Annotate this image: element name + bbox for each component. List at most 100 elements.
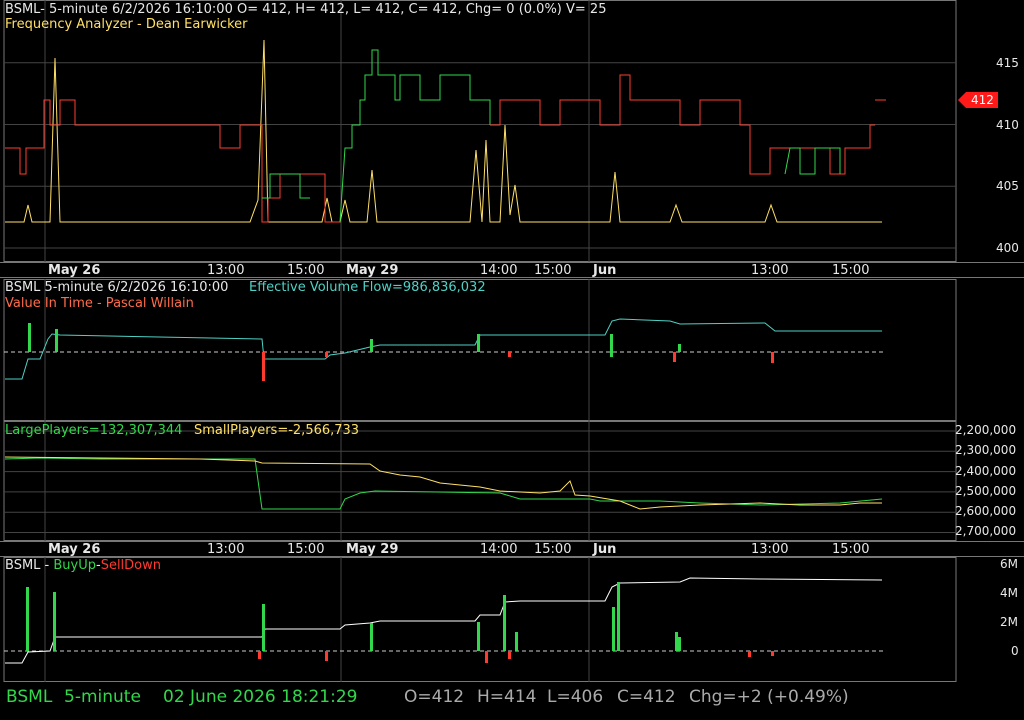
- x2-label-1500a: 15:00: [287, 542, 325, 557]
- effective-volume-flow-line: [5, 318, 882, 380]
- x2-label-1400: 14:00: [480, 542, 518, 557]
- buyup-symbol: BSML -: [5, 558, 54, 573]
- selldown-bar: [485, 651, 488, 663]
- buyup-bar: [477, 622, 480, 651]
- indicator-title-frequency-analyzer: Frequency Analyzer - Dean Earwicker: [5, 17, 248, 32]
- price-line-green-3: [784, 147, 841, 175]
- buyup-selldown-series: [4, 557, 884, 682]
- status-bar: BSML 5-minute 02 June 2026 18:21:29 O=41…: [0, 682, 1024, 710]
- price-y-tick-400: 400: [996, 241, 1019, 255]
- selldown-bar: [258, 651, 261, 659]
- volume-bar-negative: [325, 352, 328, 357]
- x2-label-1500b: 15:00: [534, 542, 572, 557]
- players-y-tick-4: 2,500,000: [955, 484, 1017, 498]
- x-label-may26: May 26: [48, 263, 101, 278]
- volume-bar-negative: [673, 352, 676, 362]
- x-label-1400: 14:00: [480, 263, 518, 278]
- selldown-bar: [325, 651, 328, 661]
- volume-flow-panel[interactable]: BSML 5-minute 6/2/2026 16:10:00 Effectiv…: [0, 279, 1024, 421]
- players-y-tick-1: 2,200,000: [955, 423, 1017, 437]
- buyup-bar: [617, 582, 620, 651]
- players-y-tick-5: 2,600,000: [955, 504, 1017, 518]
- indicator-title-value-in-time: Value In Time - Pascal Willain: [5, 296, 194, 311]
- x2-label-1500c: 15:00: [832, 542, 870, 557]
- price-line-red-1: [5, 99, 340, 223]
- players-y-tick-3: 2,400,000: [955, 464, 1017, 478]
- x2-label-may29: May 29: [346, 542, 399, 557]
- buyup-bar: [678, 637, 681, 651]
- buyup-bar: [675, 632, 678, 651]
- buyup-selldown-title: BSML - BuyUp-SellDown: [5, 559, 161, 573]
- last-price-value: 412: [971, 93, 994, 107]
- selldown-bar: [748, 651, 751, 657]
- volume-bar-negative: [771, 352, 774, 363]
- buyup-selldown-svg: [3, 557, 957, 682]
- buyup-y-tick-0: 0: [1011, 644, 1019, 658]
- price-line-green-1: [339, 49, 491, 223]
- selldown-bar: [508, 651, 511, 659]
- price-header: BSML- 5-minute 6/2/2026 16:10:00 O= 412,…: [5, 2, 607, 17]
- small-players-line: [4, 456, 882, 510]
- x2-label-1300b: 13:00: [751, 542, 789, 557]
- time-axis-bottom: May 26 13:00 15:00 May 29 14:00 15:00 Ju…: [0, 541, 1024, 557]
- price-y-tick-410: 410: [996, 118, 1019, 132]
- x-label-1500b: 15:00: [534, 263, 572, 278]
- buyup-bar: [53, 592, 56, 651]
- status-interval: 5-minute: [64, 687, 141, 707]
- volume-bar: [610, 352, 613, 357]
- buyup-y-tick-4m: 4M: [1000, 586, 1018, 600]
- buyup-selldown-line: [5, 577, 883, 664]
- buyup-y-tick-6m: 6M: [1000, 557, 1018, 571]
- status-symbol: BSML: [6, 687, 53, 707]
- x2-label-1300a: 13:00: [207, 542, 245, 557]
- volume-bar-negative: [508, 352, 511, 357]
- players-y-tick-6: 2,700,000: [955, 524, 1017, 538]
- volume-flow-symbol: BSML 5-minute 6/2/2026 16:10:00: [5, 280, 229, 295]
- price-gridlines: [4, 0, 956, 262]
- x-label-may29: May 29: [346, 263, 399, 278]
- last-price-tag: 412: [958, 92, 998, 108]
- x-label-1500c: 15:00: [832, 263, 870, 278]
- status-open: O=412: [404, 687, 465, 707]
- volume-bar: [370, 339, 373, 352]
- x-label-1300b: 13:00: [751, 263, 789, 278]
- small-players-value: SmallPlayers=-2,566,733: [194, 423, 360, 438]
- volume-bar-negative: [262, 352, 265, 381]
- status-close: C=412: [617, 687, 676, 707]
- x2-label-may26: May 26: [48, 542, 101, 557]
- buyup-bar: [26, 587, 29, 651]
- volume-bar: [610, 334, 613, 352]
- x-label-1300a: 13:00: [207, 263, 245, 278]
- buyup-bar: [262, 604, 265, 651]
- selldown-bar: [771, 651, 774, 656]
- status-low: L=406: [547, 687, 604, 707]
- time-axis-top: May 26 13:00 15:00 May 29 14:00 15:00 Ju…: [0, 262, 1024, 278]
- status-change: Chg=+2 (+0.49%): [689, 687, 849, 707]
- price-series: [5, 39, 886, 223]
- buyup-bar: [370, 623, 373, 651]
- x-label-1500a: 15:00: [287, 263, 325, 278]
- volume-bar: [477, 334, 480, 352]
- status-high: H=414: [477, 687, 537, 707]
- volume-bar: [55, 329, 58, 352]
- price-chart-svg: [3, 0, 957, 262]
- buyup-bar: [515, 632, 518, 651]
- x-label-jun: Jun: [593, 263, 617, 278]
- players-svg: [3, 421, 957, 541]
- players-panel[interactable]: LargePlayers=132,307,344 SmallPlayers=-2…: [0, 421, 1024, 541]
- players-y-tick-2: 2,300,000: [955, 443, 1017, 457]
- price-y-tick-405: 405: [996, 179, 1019, 193]
- buyup-bar: [612, 607, 615, 651]
- volume-bar: [28, 323, 31, 352]
- large-players-value: LargePlayers=132,307,344: [5, 423, 183, 438]
- volume-bar: [678, 344, 681, 352]
- buyup-selldown-panel[interactable]: BSML - BuyUp-SellDown 6M 4M 2M 0: [0, 557, 1024, 682]
- price-panel[interactable]: BSML- 5-minute 6/2/2026 16:10:00 O= 412,…: [0, 0, 1024, 262]
- buyup-label: BuyUp: [53, 558, 96, 573]
- volume-flow-value: Effective Volume Flow=986,836,032: [249, 280, 486, 295]
- players-series: [4, 421, 956, 541]
- buyup-y-tick-2m: 2M: [1000, 615, 1018, 629]
- x2-label-jun: Jun: [593, 542, 617, 557]
- selldown-label: SellDown: [100, 558, 161, 573]
- price-y-tick-415: 415: [996, 56, 1019, 70]
